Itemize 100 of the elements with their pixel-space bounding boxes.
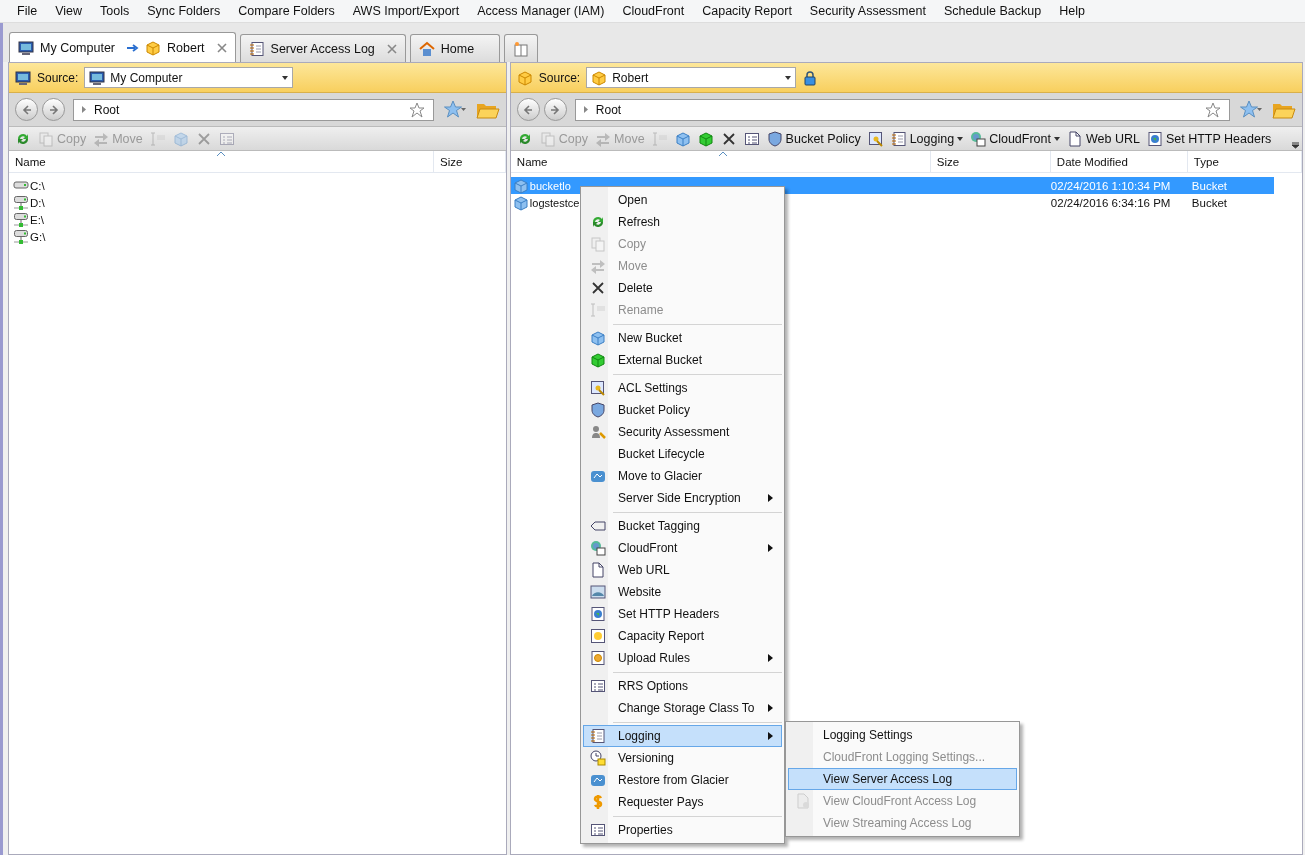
cube-icon — [697, 130, 714, 147]
list-icon — [218, 130, 235, 147]
menu-item[interactable]: External Bucket — [583, 349, 782, 371]
menu-item[interactable]: Versioning — [583, 747, 782, 769]
back-button[interactable] — [15, 98, 38, 121]
cube-icon — [516, 69, 533, 86]
submenu-arrow-icon — [768, 544, 773, 552]
source-select[interactable]: My Computer — [84, 67, 294, 88]
forward-button[interactable] — [543, 98, 567, 121]
cube-icon — [172, 130, 189, 147]
menu-item[interactable]: Security Assessment — [583, 421, 782, 443]
path-field[interactable]: Root — [574, 98, 1230, 121]
menu-item[interactable]: Tools — [91, 4, 139, 18]
expand-arrow-icon[interactable] — [82, 106, 86, 113]
menu-item[interactable]: Delete — [583, 277, 782, 299]
notebook-icon — [248, 40, 265, 57]
drive-row[interactable]: G:\ — [9, 228, 506, 245]
menu-item[interactable]: Help — [1050, 4, 1094, 18]
menu-item[interactable]: RRS Options — [583, 675, 782, 697]
menu-item[interactable]: Move to Glacier — [583, 465, 782, 487]
column-header[interactable]: Name — [9, 151, 434, 172]
menu-item[interactable]: Web URL — [583, 559, 782, 581]
column-header[interactable]: Type — [1187, 151, 1302, 172]
ice-cube-icon — [590, 468, 606, 484]
menu-item[interactable]: Logging Settings — [788, 724, 1017, 746]
menu-item[interactable]: New Bucket — [583, 327, 782, 349]
menu-item[interactable]: Restore from Glacier — [583, 769, 782, 791]
menu-item[interactable]: Bucket Policy — [583, 399, 782, 421]
menu-item[interactable]: View Server Access Log — [788, 768, 1017, 790]
menu-item[interactable]: CloudFront — [583, 537, 782, 559]
menu-item[interactable]: AWS Import/Export — [343, 4, 469, 18]
column-header[interactable]: Name — [510, 151, 931, 172]
menu-item[interactable]: File — [8, 4, 47, 18]
rename-icon — [590, 302, 606, 318]
toolbar-button[interactable]: Bucket Policy — [764, 128, 863, 149]
tab[interactable]: Server Access Log — [239, 34, 406, 62]
star-icon[interactable] — [408, 101, 425, 118]
menu-item[interactable]: Compare Folders — [229, 4, 344, 18]
dropdown-caret-icon — [785, 75, 792, 80]
menu-item[interactable]: CloudFront — [613, 4, 694, 18]
menu-item[interactable]: Upload Rules — [583, 647, 782, 669]
menu-item[interactable]: Bucket Lifecycle — [583, 443, 782, 465]
expand-arrow-icon[interactable] — [583, 106, 588, 113]
new-tab-button[interactable] — [503, 34, 538, 62]
toolbar-button[interactable]: CloudFront — [968, 128, 1062, 149]
refresh-icon — [590, 214, 606, 230]
forward-arrow-icon — [549, 103, 562, 116]
menu-item[interactable]: Capacity Report — [583, 625, 782, 647]
menu-item[interactable]: Logging — [583, 725, 782, 747]
menu-item[interactable]: Refresh — [583, 211, 782, 233]
home-icon — [418, 40, 435, 57]
close-icon[interactable] — [216, 42, 227, 53]
menu-item[interactable]: Server Side Encryption — [583, 487, 782, 509]
path-field[interactable]: Root — [73, 98, 434, 121]
submenu-arrow-icon — [768, 494, 773, 502]
globe-document-icon — [590, 606, 606, 622]
star-icon[interactable] — [1240, 99, 1262, 120]
tab[interactable]: Home — [409, 34, 500, 62]
menu-item[interactable]: Security Assessment — [800, 4, 935, 18]
menu-item[interactable]: Schedule Backup — [934, 4, 1051, 18]
drive-row[interactable]: D:\ — [9, 194, 506, 211]
column-header[interactable]: Size — [434, 151, 506, 172]
move-icon — [590, 258, 606, 274]
menu-item[interactable]: View — [46, 4, 92, 18]
column-header[interactable]: Date Modified — [1050, 151, 1188, 172]
menu-item[interactable]: ACL Settings — [583, 377, 782, 399]
shield-icon — [590, 402, 606, 418]
back-button[interactable] — [516, 98, 540, 121]
table-cell-text: Bucket — [1190, 179, 1228, 192]
menu-item[interactable]: Properties — [583, 819, 782, 841]
overflow-icon[interactable] — [1291, 140, 1300, 149]
close-icon[interactable] — [386, 43, 397, 54]
menu-item[interactable]: Set HTTP Headers — [583, 603, 782, 625]
star-icon[interactable] — [443, 99, 466, 120]
menu-item[interactable]: Capacity Report — [693, 4, 801, 18]
menu-item[interactable]: Bucket Tagging — [583, 515, 782, 537]
submenu-arrow-icon — [768, 732, 773, 740]
cube-icon — [674, 130, 691, 147]
tab[interactable]: My Computer Robert — [9, 32, 236, 62]
drive-row[interactable]: E:\ — [9, 211, 506, 228]
menu-item[interactable]: Requester Pays — [583, 791, 782, 813]
column-header[interactable]: Size — [930, 151, 1051, 172]
back-arrow-icon — [522, 103, 535, 116]
menu-item[interactable]: Access Manager (IAM) — [468, 4, 614, 18]
menu-item[interactable]: Change Storage Class To — [583, 697, 782, 719]
table-cell-text: 02/24/2016 6:34:16 PM — [1050, 196, 1172, 209]
back-arrow-icon — [20, 103, 33, 116]
star-icon[interactable] — [1205, 101, 1221, 118]
submenu-arrow-icon — [768, 704, 773, 712]
toolbar-button[interactable]: Set HTTP Headers — [1144, 128, 1274, 149]
menu-item[interactable]: Sync Folders — [138, 4, 230, 18]
forward-button[interactable] — [42, 98, 65, 121]
toolbar-button[interactable]: Web URL — [1065, 128, 1142, 149]
shield-icon — [766, 130, 783, 147]
menu-item[interactable]: Website — [583, 581, 782, 603]
toolbar-button[interactable]: Logging — [888, 128, 966, 149]
drive-row[interactable]: C:\ — [9, 177, 506, 194]
source-select[interactable]: Robert — [586, 67, 797, 88]
notebook-icon — [590, 728, 606, 744]
document-icon — [1067, 130, 1083, 147]
